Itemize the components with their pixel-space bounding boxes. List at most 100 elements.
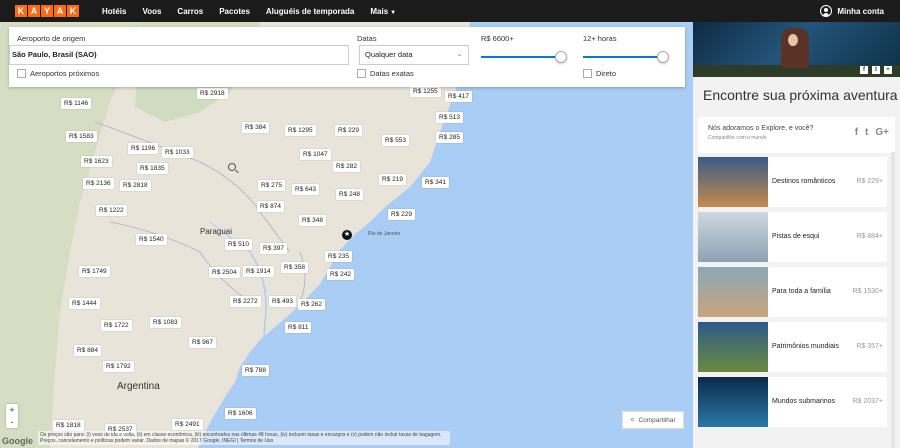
origin-input[interactable]: São Paulo, Brasil (SAO)	[9, 45, 349, 65]
duration-label: 12+ horas	[583, 34, 617, 43]
price-pin[interactable]: R$ 1196	[128, 143, 159, 154]
account-menu[interactable]: Minha conta	[820, 5, 884, 17]
price-pin[interactable]: R$ 229	[388, 209, 415, 220]
price-pin[interactable]: R$ 1222	[96, 205, 127, 216]
price-pin[interactable]: R$ 235	[325, 251, 352, 262]
price-pin[interactable]: R$ 874	[257, 201, 284, 212]
top-nav: K A Y A K Hotéis Voos Carros Pacotes Alu…	[0, 0, 900, 22]
price-pin[interactable]: R$ 358	[281, 262, 308, 273]
hero-social: f t +	[860, 66, 892, 74]
price-pin[interactable]: R$ 1914	[243, 266, 274, 277]
chevron-down-icon: ▼	[390, 9, 397, 16]
price-pin[interactable]: R$ 1255	[410, 86, 441, 97]
price-pin[interactable]: R$ 1722	[101, 320, 132, 331]
panel-scrollbar[interactable]	[891, 152, 895, 448]
nav-cars[interactable]: Carros	[177, 7, 203, 16]
share-box-text: Nós adoramos o Explore, e você?	[708, 125, 814, 132]
price-pin[interactable]: R$ 275	[258, 180, 285, 191]
direct-checkbox[interactable]	[583, 69, 592, 78]
twitter-icon[interactable]: t	[872, 66, 880, 74]
price-pin[interactable]: R$ 2136	[83, 178, 114, 189]
price-pin[interactable]: R$ 1749	[79, 266, 110, 277]
nav-vacation-rentals[interactable]: Aluguéis de temporada	[266, 7, 354, 16]
price-pin[interactable]: R$ 262	[298, 299, 325, 310]
price-pin[interactable]: R$ 397	[260, 243, 287, 254]
price-pin[interactable]: R$ 219	[379, 174, 406, 185]
price-pin[interactable]: R$ 788	[242, 365, 269, 376]
destination-image	[698, 377, 768, 427]
nav-packages[interactable]: Pacotes	[219, 7, 250, 16]
chevron-down-icon: ⌄	[456, 52, 462, 58]
price-slider-handle[interactable]	[555, 51, 567, 63]
twitter-icon[interactable]: t	[865, 127, 868, 138]
price-pin[interactable]: R$ 967	[189, 337, 216, 348]
kayak-logo[interactable]: K A Y A K	[15, 5, 80, 17]
facebook-icon[interactable]: f	[855, 127, 858, 138]
exact-dates-checkbox[interactable]	[357, 69, 366, 78]
price-pin[interactable]: R$ 2272	[230, 296, 261, 307]
price-disclaimer: Os preços são para: (i) voos de ida e vo…	[38, 431, 450, 445]
price-pin[interactable]: R$ 1583	[66, 131, 97, 142]
destination-card-ski[interactable]: Pistas de esqui R$ 884+	[698, 212, 887, 262]
price-pin[interactable]: R$ 811	[285, 322, 312, 333]
price-pin[interactable]: R$ 1835	[137, 163, 168, 174]
duration-slider-track[interactable]	[583, 56, 663, 58]
price-pin[interactable]: R$ 248	[336, 189, 363, 200]
price-pin[interactable]: R$ 1623	[81, 156, 112, 167]
price-pin[interactable]: R$ 643	[292, 184, 319, 195]
destination-label: Mundos submarinos	[772, 398, 836, 405]
price-pin[interactable]: R$ 513	[436, 112, 463, 123]
price-pin[interactable]: R$ 285	[436, 132, 463, 143]
label-argentina: Argentina	[117, 381, 160, 392]
price-pin[interactable]: R$ 1606	[225, 408, 256, 419]
price-pin[interactable]: R$ 1818	[53, 420, 84, 431]
price-pin[interactable]: R$ 1146	[61, 98, 92, 109]
nearby-airports-checkbox[interactable]	[17, 69, 26, 78]
price-pin[interactable]: R$ 493	[269, 296, 296, 307]
googleplus-icon[interactable]: G+	[875, 127, 889, 138]
googleplus-icon[interactable]: +	[884, 66, 892, 74]
price-pin[interactable]: R$ 1540	[136, 234, 167, 245]
price-pin[interactable]: R$ 2491	[172, 419, 203, 430]
zoom-out-button[interactable]: -	[6, 416, 18, 428]
price-pin[interactable]: R$ 348	[299, 215, 326, 226]
destination-card-heritage[interactable]: Patrimônios mundiais R$ 357+	[698, 322, 887, 372]
price-pin[interactable]: R$ 384	[242, 122, 269, 133]
destination-image	[698, 267, 768, 317]
destination-card-family[interactable]: Para toda a família R$ 1530+	[698, 267, 887, 317]
duration-slider-handle[interactable]	[657, 51, 669, 63]
price-pin[interactable]: R$ 510	[225, 239, 252, 250]
exact-dates-label: Datas exatas	[370, 69, 414, 78]
price-pin[interactable]: R$ 2918	[197, 88, 228, 99]
price-pin[interactable]: R$ 1083	[150, 317, 181, 328]
price-pin[interactable]: R$ 553	[382, 135, 409, 146]
price-pin[interactable]: R$ 2504	[209, 267, 240, 278]
nav-flights[interactable]: Voos	[142, 7, 161, 16]
price-pin[interactable]: R$ 1033	[162, 147, 193, 158]
nav-hotels[interactable]: Hotéis	[102, 7, 126, 16]
destination-image	[698, 322, 768, 372]
price-pin[interactable]: R$ 341	[422, 177, 449, 188]
price-pin[interactable]: R$ 1444	[69, 298, 100, 309]
dates-select[interactable]: Qualquer data ⌄	[359, 45, 469, 65]
price-pin[interactable]: R$ 242	[327, 269, 354, 280]
price-pin[interactable]: R$ 1047	[300, 149, 331, 160]
price-pin[interactable]: R$ 282	[333, 161, 360, 172]
price-slider-track[interactable]	[481, 56, 561, 58]
price-pin[interactable]: R$ 229	[335, 125, 362, 136]
label-rio-de-janeiro: Rio de Janeiro	[368, 231, 401, 237]
facebook-icon[interactable]: f	[860, 66, 868, 74]
destination-card-underwater[interactable]: Mundos submarinos R$ 2037+	[698, 377, 887, 427]
nav-more[interactable]: Mais ▼	[370, 7, 396, 16]
search-icon	[228, 163, 236, 171]
search-form: Aeroporto de origem São Paulo, Brasil (S…	[9, 27, 685, 87]
price-pin[interactable]: R$ 417	[445, 91, 472, 102]
price-pin[interactable]: R$ 1295	[285, 125, 316, 136]
destination-card-romantic[interactable]: Destinos românticos R$ 229+	[698, 157, 887, 207]
share-button[interactable]: < Compartilhar	[622, 411, 684, 429]
dates-label: Datas	[357, 34, 377, 43]
price-pin[interactable]: R$ 2818	[120, 180, 151, 191]
price-pin[interactable]: R$ 884	[74, 345, 101, 356]
zoom-in-button[interactable]: +	[6, 404, 18, 416]
price-pin[interactable]: R$ 1792	[103, 361, 134, 372]
